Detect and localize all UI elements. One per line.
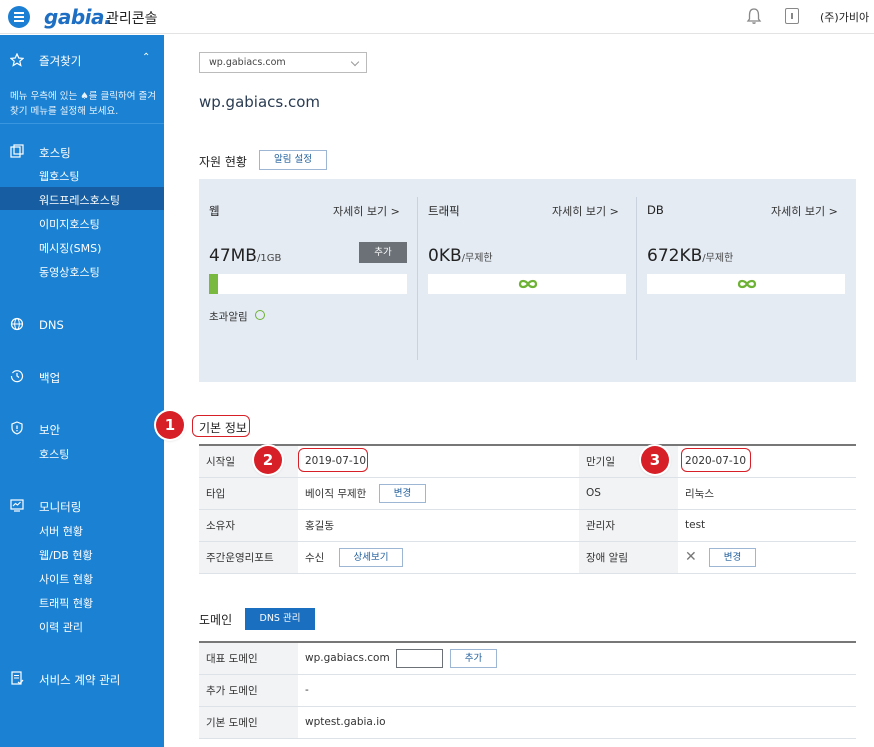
sidebar-item-messaging[interactable]: 메시징(SMS) <box>39 240 101 256</box>
contract-icon <box>11 671 24 685</box>
change-type-button[interactable]: 변경 <box>379 483 426 503</box>
favorites-note: 메뉴 우측에 있는 ♠를 클릭하여 즐겨찾기 메뉴를 설정해 보세요. <box>10 91 156 117</box>
globe-icon <box>10 317 24 331</box>
infinity-icon <box>737 279 757 289</box>
notice-icon[interactable] <box>785 8 799 24</box>
console-title: 관리콘솔 <box>106 11 158 27</box>
menu-icon[interactable] <box>8 6 30 28</box>
infinity-icon <box>518 279 538 289</box>
change-fault-alert-button[interactable]: 변경 <box>709 547 756 567</box>
domain-table: 대표 도메인 wp.gabiacs.com 변경 추가 추가 도메인 - 기본 … <box>199 641 856 739</box>
chevron-down-icon <box>350 57 360 67</box>
fault-alert-value: ✕ 변경 <box>678 541 856 574</box>
sidebar-item-wordpress-hosting[interactable]: 워드프레스호스팅 <box>39 192 120 208</box>
monitor-chart-icon <box>10 499 24 512</box>
start-date-label: 시작일 <box>199 445 298 478</box>
weekly-report-value: 수신 상세보기 <box>298 541 579 574</box>
sidebar-item-traffic-status[interactable]: 트래픽 현황 <box>39 595 93 611</box>
resource-db: DB 자세히 보기 > 672KB/무제한 <box>637 179 856 382</box>
main-content: wp.gabiacs.com wp.gabiacs.com 자원 현황 알림 설… <box>156 35 874 747</box>
dns-manage-button[interactable]: DNS 관리 <box>245 608 315 630</box>
sidebar-item-security-hosting[interactable]: 호스팅 <box>39 446 69 462</box>
sidebar: 즐겨찾기 ⌃ 메뉴 우측에 있는 ♠를 클릭하여 즐겨찾기 메뉴를 설정해 보세… <box>0 35 164 747</box>
sidebar-item-image-hosting[interactable]: 이미지호스팅 <box>39 216 100 232</box>
domain-title: 도메인 <box>199 613 233 627</box>
company-name[interactable]: (주)가비아 <box>820 9 869 25</box>
main-domain-value: wp.gabiacs.com 변경 추가 <box>298 642 856 675</box>
type-value: 베이직 무제한 변경 <box>298 477 579 510</box>
resource-name: DB <box>647 203 664 217</box>
change-domain-button[interactable]: 변경 <box>396 649 443 668</box>
traffic-usage-bar <box>428 274 626 294</box>
sidebar-item-web-db-status[interactable]: 웹/DB 현황 <box>39 547 93 563</box>
add-web-button[interactable]: 추가 <box>359 242 407 263</box>
admin-value: test <box>678 509 856 542</box>
resource-name: 트래픽 <box>428 204 460 218</box>
callout-badge: 1 <box>156 411 184 439</box>
weekly-report-label: 주간운영리포트 <box>199 541 298 574</box>
db-usage-bar <box>647 274 845 294</box>
type-label: 타입 <box>199 477 298 510</box>
star-icon <box>10 53 24 67</box>
base-domain-label: 기본 도메인 <box>199 706 298 739</box>
db-usage: 672KB/무제한 <box>647 246 734 266</box>
sidebar-item-history[interactable]: 이력 관리 <box>39 619 83 635</box>
traffic-more-link[interactable]: 자세히 보기 > <box>552 203 619 219</box>
highlight-ring <box>681 448 751 472</box>
extra-domain-value: - <box>298 674 856 707</box>
web-usage-bar <box>209 274 407 294</box>
db-more-link[interactable]: 자세히 보기 > <box>771 203 838 219</box>
sidebar-item-site-status[interactable]: 사이트 현황 <box>39 571 93 587</box>
os-label: OS <box>579 477 678 510</box>
overuse-alert-label: 초과알림 <box>209 311 248 323</box>
shield-icon <box>11 421 23 435</box>
traffic-usage: 0KB/무제한 <box>428 246 493 266</box>
web-usage-fill <box>209 274 219 294</box>
resource-traffic: 트래픽 자세히 보기 > 0KB/무제한 <box>418 179 637 382</box>
callout-badge: 3 <box>641 446 669 474</box>
resource-name: 웹 <box>209 204 220 218</box>
main-domain-label: 대표 도메인 <box>199 642 298 675</box>
highlight-ring <box>298 448 368 472</box>
web-usage: 47MB/1GB <box>209 246 282 266</box>
chevron-up-icon[interactable]: ⌃ <box>142 52 150 63</box>
history-icon <box>10 370 24 383</box>
resources-panel: 웹 자세히 보기 > 47MB/1GB 추가 초과알림 트래픽 자세히 보기 >… <box>199 179 856 382</box>
top-bar: gabia. 관리콘솔 (주)가비아 <box>0 0 874 34</box>
hosting-icon <box>10 144 24 158</box>
admin-label: 관리자 <box>579 509 678 542</box>
web-more-link[interactable]: 자세히 보기 > <box>333 203 400 219</box>
close-icon: ✕ <box>685 549 697 565</box>
status-circle-icon <box>255 310 265 320</box>
owner-value: 홍길동 <box>298 509 579 542</box>
callout-badge: 2 <box>254 446 282 474</box>
site-title: wp.gabiacs.com <box>199 93 321 111</box>
resource-web: 웹 자세히 보기 > 47MB/1GB 추가 초과알림 <box>199 179 418 382</box>
owner-label: 소유자 <box>199 509 298 542</box>
base-domain-value: wptest.gabia.io <box>298 706 856 739</box>
resources-title: 자원 현황 <box>199 155 247 169</box>
divider <box>0 123 164 124</box>
alert-settings-button[interactable]: 알림 설정 <box>259 150 327 170</box>
sidebar-item-server-status[interactable]: 서버 현황 <box>39 523 83 539</box>
site-select[interactable]: wp.gabiacs.com <box>199 52 367 73</box>
highlight-ring <box>192 415 250 437</box>
sidebar-item-video-hosting[interactable]: 동영상호스팅 <box>39 264 100 280</box>
add-domain-button[interactable]: 추가 <box>450 649 497 668</box>
sidebar-item-web-hosting[interactable]: 웹호스팅 <box>39 168 79 184</box>
gabia-logo[interactable]: gabia. <box>44 5 112 29</box>
os-value: 리눅스 <box>678 477 856 510</box>
extra-domain-label: 추가 도메인 <box>199 674 298 707</box>
fault-alert-label: 장애 알림 <box>579 541 678 574</box>
report-detail-button[interactable]: 상세보기 <box>339 547 403 567</box>
bell-icon[interactable] <box>746 7 762 25</box>
